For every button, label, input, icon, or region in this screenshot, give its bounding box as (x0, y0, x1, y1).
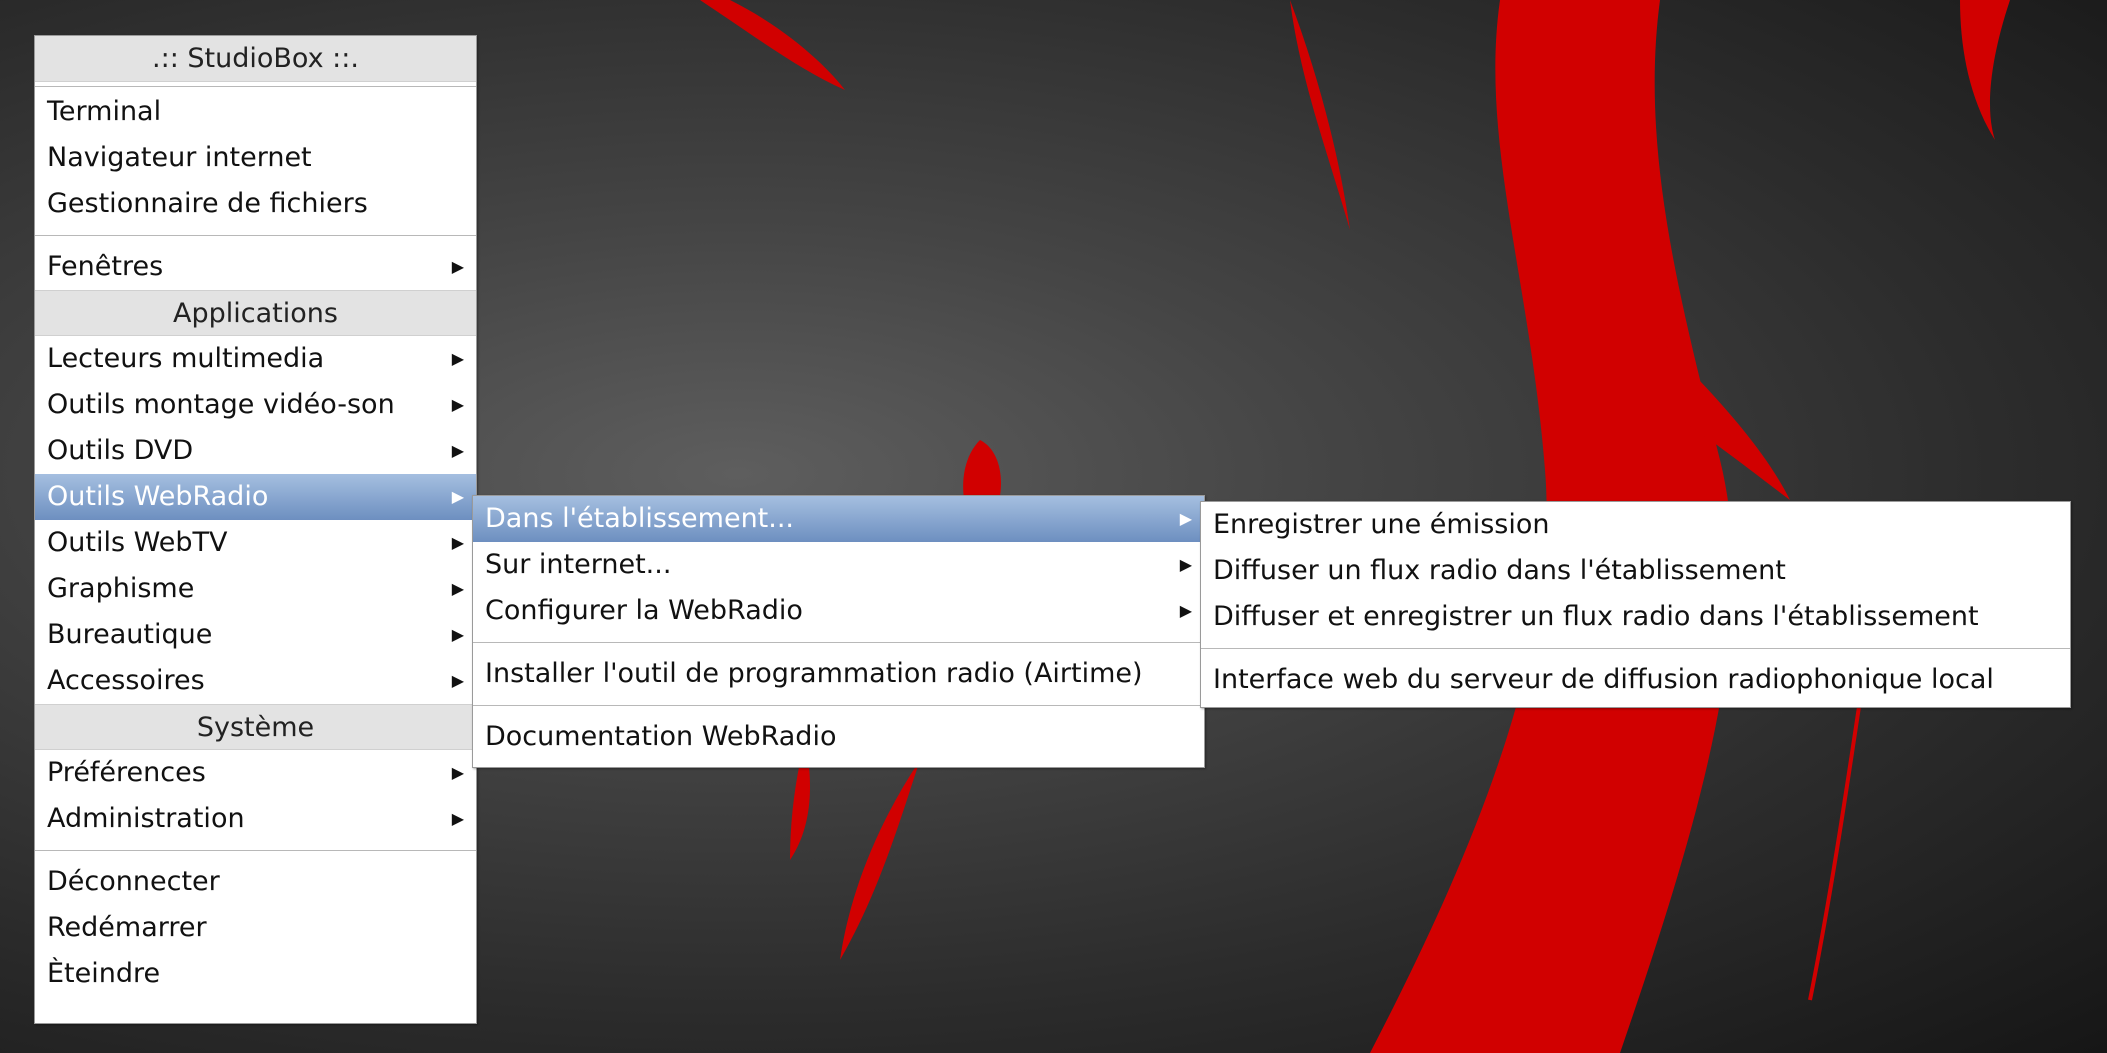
menu-item-label: Outils DVD (47, 435, 194, 466)
submenu-arrow-icon: ▶ (451, 671, 464, 690)
submenu-arrow-icon: ▶ (451, 349, 464, 368)
menu-item-interface-web-serveur[interactable]: Interface web du serveur de diffusion ra… (1201, 657, 2070, 703)
menu-item-gestionnaire-fichiers[interactable]: Gestionnaire de fichiers (35, 181, 476, 227)
submenu-arrow-icon: ▶ (451, 257, 464, 276)
menu-item-sur-internet[interactable]: Sur internet... ▶ (473, 542, 1204, 588)
menu-item-documentation-webradio[interactable]: Documentation WebRadio (473, 714, 1204, 760)
menu-item-label: Graphisme (47, 573, 195, 604)
menu-item-label: Outils montage vidéo-son (47, 389, 395, 420)
menu-separator (473, 705, 1204, 706)
etablissement-submenu: Enregistrer une émission Diffuser un flu… (1200, 501, 2071, 708)
menu-separator (1201, 648, 2070, 649)
menu-item-accessoires[interactable]: Accessoires ▶ (35, 658, 476, 704)
menu-item-outils-webradio[interactable]: Outils WebRadio ▶ (35, 474, 476, 520)
main-menu: .:: StudioBox ::. Terminal Navigateur in… (34, 35, 477, 1024)
menu-item-administration[interactable]: Administration ▶ (35, 796, 476, 842)
submenu-arrow-icon: ▶ (451, 579, 464, 598)
menu-item-graphisme[interactable]: Graphisme ▶ (35, 566, 476, 612)
menu-separator (35, 850, 476, 851)
menu-item-label: Accessoires (47, 665, 205, 696)
menu-item-enregistrer-emission[interactable]: Enregistrer une émission (1201, 502, 2070, 548)
submenu-arrow-icon: ▶ (451, 809, 464, 828)
menu-item-redemarrer[interactable]: Redémarrer (35, 905, 476, 951)
menu-item-label: Dans l'établissement... (485, 503, 795, 534)
menu-item-diffuser-flux[interactable]: Diffuser un flux radio dans l'établissem… (1201, 548, 2070, 594)
menu-item-label: Fenêtres (47, 251, 164, 282)
submenu-arrow-icon: ▶ (1179, 509, 1192, 528)
submenu-arrow-icon: ▶ (451, 625, 464, 644)
menu-item-eteindre[interactable]: Èteindre (35, 951, 476, 997)
menu-item-bureautique[interactable]: Bureautique ▶ (35, 612, 476, 658)
menu-item-deconnecter[interactable]: Déconnecter (35, 859, 476, 905)
menu-item-label: Lecteurs multimedia (47, 343, 325, 374)
menu-item-outils-montage[interactable]: Outils montage vidéo-son ▶ (35, 382, 476, 428)
menu-separator (473, 642, 1204, 643)
menu-item-label: Bureautique (47, 619, 213, 650)
menu-title: .:: StudioBox ::. (35, 36, 476, 82)
submenu-arrow-icon: ▶ (1179, 555, 1192, 574)
section-header-applications: Applications (35, 290, 476, 336)
menu-item-label: Administration (47, 803, 245, 834)
submenu-arrow-icon: ▶ (451, 487, 464, 506)
menu-item-configurer-webradio[interactable]: Configurer la WebRadio ▶ (473, 588, 1204, 634)
menu-item-installer-airtime[interactable]: Installer l'outil de programmation radio… (473, 651, 1204, 697)
menu-item-label: Préférences (47, 757, 206, 788)
menu-item-navigateur[interactable]: Navigateur internet (35, 135, 476, 181)
menu-item-dans-etablissement[interactable]: Dans l'établissement... ▶ (473, 496, 1204, 542)
submenu-arrow-icon: ▶ (451, 763, 464, 782)
submenu-arrow-icon: ▶ (451, 533, 464, 552)
submenu-arrow-icon: ▶ (451, 395, 464, 414)
menu-item-terminal[interactable]: Terminal (35, 89, 476, 135)
menu-item-label: Sur internet... (485, 549, 672, 580)
section-header-systeme: Système (35, 704, 476, 750)
menu-item-outils-dvd[interactable]: Outils DVD ▶ (35, 428, 476, 474)
menu-item-diffuser-enregistrer-flux[interactable]: Diffuser et enregistrer un flux radio da… (1201, 594, 2070, 640)
menu-item-outils-webtv[interactable]: Outils WebTV ▶ (35, 520, 476, 566)
menu-item-label: Outils WebTV (47, 527, 228, 558)
menu-separator (35, 235, 476, 236)
submenu-arrow-icon: ▶ (451, 441, 464, 460)
menu-item-lecteurs-multimedia[interactable]: Lecteurs multimedia ▶ (35, 336, 476, 382)
menu-item-fenetres[interactable]: Fenêtres ▶ (35, 244, 476, 290)
submenu-arrow-icon: ▶ (1179, 601, 1192, 620)
menu-item-label: Configurer la WebRadio (485, 595, 803, 626)
menu-item-label: Outils WebRadio (47, 481, 269, 512)
menu-item-preferences[interactable]: Préférences ▶ (35, 750, 476, 796)
menu-separator (35, 86, 476, 87)
webradio-submenu: Dans l'établissement... ▶ Sur internet..… (472, 495, 1205, 768)
